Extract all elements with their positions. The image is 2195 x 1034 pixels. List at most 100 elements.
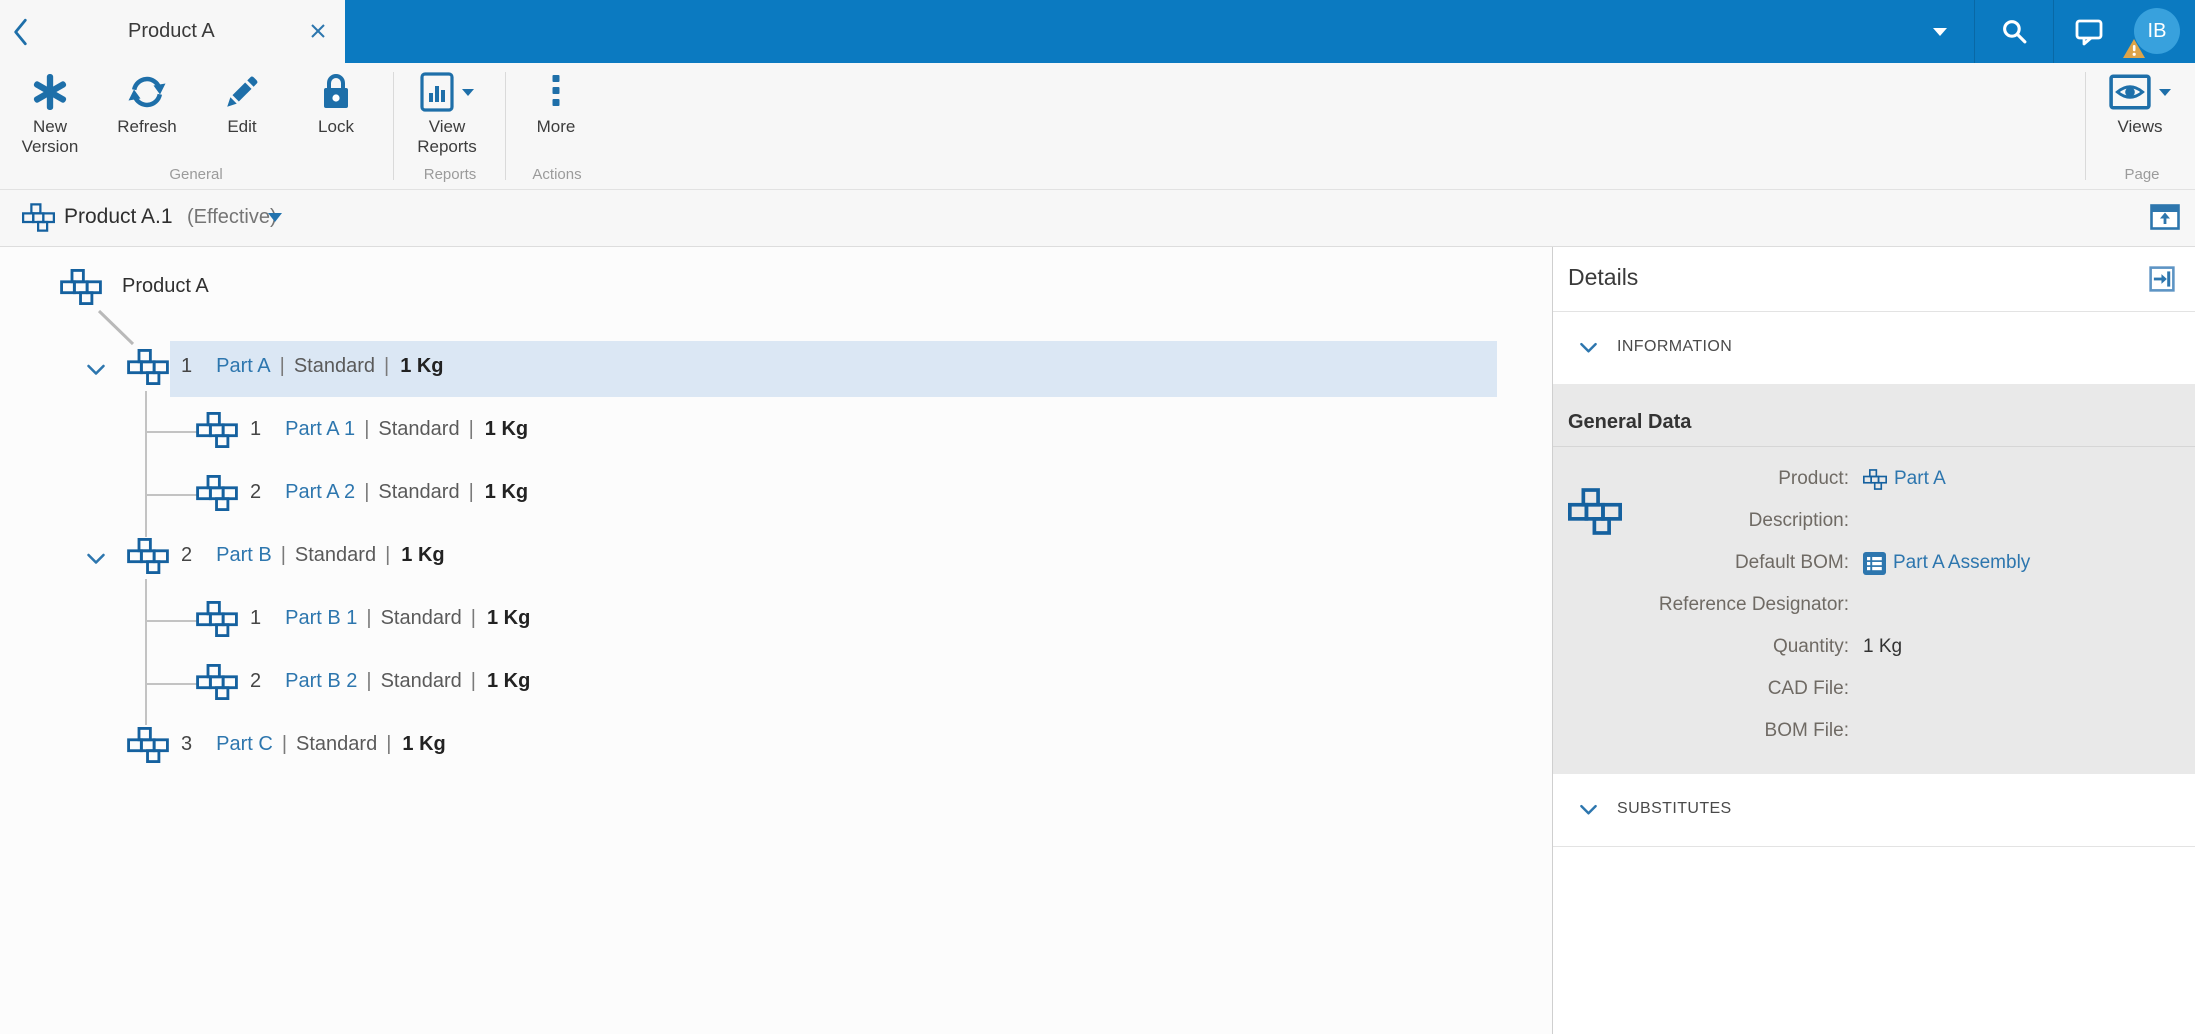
part-link[interactable]: Part A	[216, 355, 270, 378]
views-label: Views	[2117, 117, 2163, 136]
row-type: Standard	[296, 733, 378, 755]
row-quantity: 1 Kg	[484, 418, 529, 440]
tree-row[interactable]: 2 Part B 2 | Standard | 1 Kg	[0, 656, 1551, 712]
separator: |	[385, 544, 391, 566]
refresh-label: Refresh	[117, 117, 177, 136]
row-type: Standard	[378, 481, 460, 503]
part-icon	[127, 349, 169, 385]
structure-browser: Product A 1 Part A | Standard | 1 Kg 1 P…	[0, 247, 2195, 1034]
part-link[interactable]: Part B	[216, 544, 272, 567]
more-button[interactable]: More	[511, 67, 601, 179]
separator: |	[468, 481, 474, 503]
item-title: Product A.1	[64, 205, 173, 228]
general-data-title: General Data	[1568, 411, 1692, 433]
tree-row[interactable]: 1 Part B 1 | Standard | 1 Kg	[0, 593, 1551, 649]
row-quantity: 1 Kg	[402, 733, 446, 755]
views-caret-icon[interactable]	[2159, 88, 2171, 96]
tree-row[interactable]: 2 Part A 2 | Standard | 1 Kg	[0, 467, 1551, 523]
row-quantity: 1 Kg	[401, 544, 445, 566]
restore-window-icon[interactable]	[2150, 204, 2180, 230]
part-link[interactable]: Part C	[216, 733, 273, 756]
separator: |	[364, 481, 370, 503]
back-chevron-icon	[14, 18, 27, 46]
warning-badge-icon	[2123, 39, 2145, 58]
row-quantity: 1 Kg	[484, 481, 529, 503]
field-row: Description:	[1553, 500, 2181, 542]
refresh-button[interactable]: Refresh	[102, 67, 192, 179]
new-version-button[interactable]: New Version	[5, 67, 95, 179]
field-row: BOM File:	[1553, 710, 2181, 752]
open-in-tab-icon[interactable]	[2149, 266, 2175, 292]
comment-icon[interactable]	[2075, 19, 2104, 46]
tree-row[interactable]: 2 Part B | Standard | 1 Kg	[0, 530, 1551, 586]
search-icon[interactable]	[2001, 18, 2028, 45]
field-label: BOM File:	[1764, 720, 1849, 741]
default-bom-link[interactable]: Part A Assembly	[1893, 552, 2030, 574]
edit-button[interactable]: Edit	[197, 67, 287, 179]
section-information[interactable]: INFORMATION	[1553, 312, 2195, 384]
part-link[interactable]: Part B 1	[285, 607, 357, 630]
view-reports-button[interactable]: View Reports	[398, 67, 496, 179]
details-header: Details	[1553, 247, 2195, 312]
field-label: CAD File:	[1767, 678, 1849, 699]
tree-row[interactable]: 3 Part C | Standard | 1 Kg	[0, 719, 1551, 775]
field-row: CAD File:	[1553, 668, 2181, 710]
item-state: (Effective)	[187, 206, 277, 228]
more-ellipsis-icon	[552, 75, 560, 106]
separator: |	[468, 418, 474, 440]
collapse-chevron-icon[interactable]	[86, 363, 106, 376]
row-type: Standard	[294, 544, 377, 566]
row-sequence: 2	[250, 670, 262, 692]
topbar-separator	[2053, 0, 2054, 63]
group-label-page: Page	[2124, 166, 2160, 183]
bom-icon	[1863, 551, 1886, 575]
version-dropdown-caret-icon[interactable]	[268, 213, 282, 222]
view-reports-caret-icon[interactable]	[462, 88, 474, 96]
product-link[interactable]: Part A	[1894, 468, 1946, 490]
collapse-chevron-icon[interactable]	[86, 552, 106, 565]
section-chevron-icon	[1579, 803, 1598, 816]
field-label: Description:	[1748, 510, 1849, 531]
section-substitutes[interactable]: SUBSTITUTES	[1553, 774, 2195, 846]
refresh-icon	[128, 76, 166, 108]
separator: |	[366, 670, 372, 692]
field-row: Reference Designator:	[1553, 584, 2181, 626]
ribbon-toolbar: New Version Refresh Edit Lock View Repor…	[0, 63, 2195, 190]
tree-row[interactable]: 1 Part A 1 | Standard | 1 Kg	[0, 404, 1551, 460]
part-link[interactable]: Part A 2	[285, 481, 355, 504]
row-type: Standard	[378, 418, 460, 440]
avatar-initials: IB	[2147, 19, 2167, 42]
view-reports-label: View Reports	[417, 117, 477, 156]
part-icon	[196, 412, 238, 448]
field-label: Product:	[1778, 468, 1849, 489]
topbar-separator	[1974, 0, 1975, 63]
topbar-dropdown-caret-icon[interactable]	[1933, 28, 1947, 36]
part-link[interactable]: Part A 1	[285, 418, 355, 441]
group-label-general: General	[169, 166, 223, 183]
field-label: Quantity:	[1772, 636, 1849, 657]
tab-close-icon[interactable]	[309, 22, 327, 40]
edit-label: Edit	[227, 117, 257, 136]
lock-button[interactable]: Lock	[291, 67, 381, 179]
separator: |	[280, 544, 286, 566]
row-sequence: 3	[181, 733, 193, 755]
section-information-label: INFORMATION	[1617, 338, 1733, 355]
row-quantity: 1 Kg	[486, 607, 531, 629]
part-icon	[196, 475, 238, 511]
view-reports-icon	[420, 72, 454, 112]
separator: |	[470, 670, 476, 692]
tab-title: Product A	[128, 20, 215, 42]
tree-row-root[interactable]: Product A	[0, 261, 1551, 317]
separator: |	[279, 355, 285, 377]
toolbar-group-separator	[2085, 72, 2086, 180]
tree-row[interactable]: 1 Part A | Standard | 1 Kg	[0, 341, 1551, 397]
application-window: Product A IB New Version Refresh Edit Lo…	[0, 0, 2195, 1034]
tab-product-a[interactable]: Product A	[46, 0, 345, 63]
back-button[interactable]	[10, 17, 36, 47]
separator: |	[281, 733, 288, 755]
new-version-icon	[33, 74, 67, 110]
views-button[interactable]: Views	[2092, 67, 2188, 179]
group-label-actions: Actions	[532, 166, 582, 183]
item-header-bar: Product A.1 (Effective)	[0, 190, 2195, 247]
part-link[interactable]: Part B 2	[285, 670, 357, 693]
